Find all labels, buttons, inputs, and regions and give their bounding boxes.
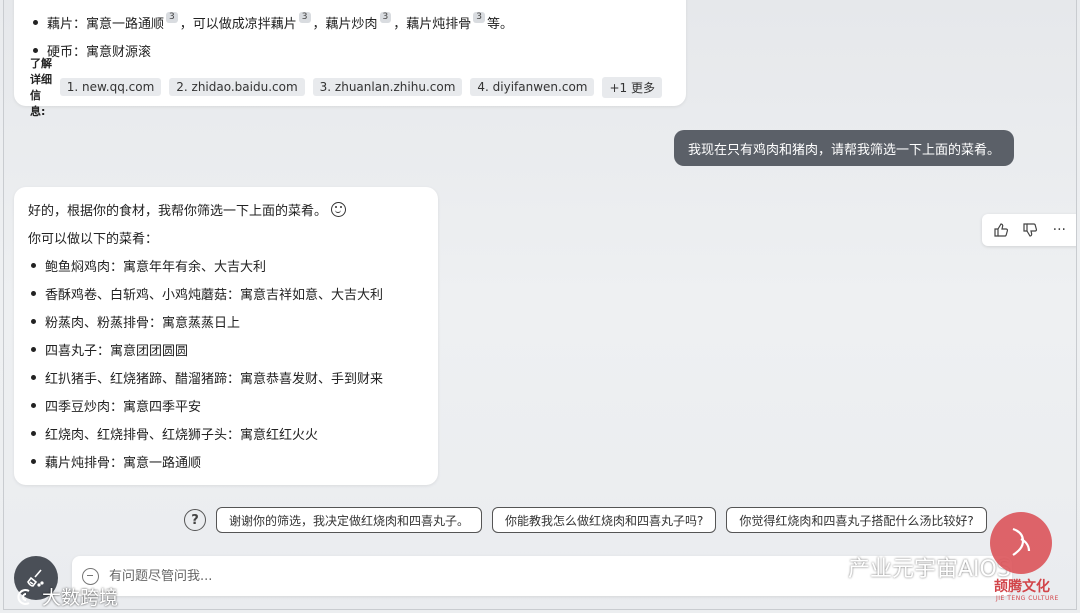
suggestion-row: ? 谢谢你的筛选，我决定做红烧肉和四喜丸子。 你能教我怎么做红烧肉和四喜丸子吗?… (184, 507, 997, 533)
suggestion-chip[interactable]: 你觉得红烧肉和四喜丸子搭配什么汤比较好? (726, 507, 987, 533)
list-item: 藕片炖排骨：寓意一路通顺 (28, 447, 424, 475)
bot-intro-text: 好的，根据你的食材，我帮你筛选一下上面的菜肴。 (28, 203, 328, 219)
item-text: 红扒猪手、红烧猪蹄、醋溜猪蹄：寓意恭喜发财、手到财来 (45, 371, 384, 387)
list-item: 香酥鸡卷、白斩鸡、小鸡炖蘑菇：寓意吉祥如意、大吉大利 (28, 279, 424, 307)
bot-message: 好的，根据你的食材，我帮你筛选一下上面的菜肴。 你可以做以下的菜肴： 鲍鱼焖鸡肉… (14, 187, 438, 485)
item-text: ，藕片炒肉 (312, 16, 378, 32)
references-label: 了解详细信息: (30, 57, 52, 118)
item-text: 四喜丸子：寓意团团圆圆 (45, 343, 189, 359)
watermark-logo-icon (17, 588, 30, 605)
list-item: 粉蒸肉、粉蒸排骨：寓意蒸蒸日上 (28, 307, 424, 335)
bullet-dot (33, 19, 38, 25)
citation-badge[interactable]: 3 (298, 11, 311, 23)
bullet-dot (31, 346, 36, 352)
more-references-button[interactable]: +1 更多 (602, 76, 662, 98)
bullet-dot (31, 318, 36, 324)
seal-logo-icon (990, 512, 1052, 574)
previous-bot-message: 藕片：寓意一路通顺 3 ，可以做成凉拌藕片 3 ，藕片炒肉 3 ，藕片炖排骨 3… (14, 0, 686, 118)
seal-glyph (1012, 527, 1031, 556)
citation-badge[interactable]: 3 (379, 11, 392, 23)
bullet-dot (31, 458, 36, 464)
item-text: 等。 (487, 16, 514, 32)
help-icon[interactable]: ? (184, 509, 206, 531)
thumbs-down-icon[interactable] (1018, 218, 1042, 242)
chat-window: 藕片：寓意一路通顺 3 ，可以做成凉拌藕片 3 ，藕片炒肉 3 ，藕片炖排骨 3… (3, 0, 1077, 610)
item-text: 香酥鸡卷、白斩鸡、小鸡炖蘑菇：寓意吉祥如意、大吉大利 (45, 287, 384, 303)
bullet-dot (31, 374, 36, 380)
item-text: ，藕片炖排骨 (393, 16, 472, 32)
smile-emoji-icon (331, 201, 347, 217)
watermark-right: 产业元宇宙AIOS (812, 551, 1011, 583)
seal-subtext: JIE TENG CULTURE (996, 595, 1059, 602)
list-item: 四季豆炒肉：寓意四季平安 (28, 391, 424, 419)
reference-link[interactable]: 1. new.qq.com (59, 78, 162, 96)
item-text: 藕片炖排骨：寓意一路通顺 (45, 455, 202, 471)
bot-subtitle: 你可以做以下的菜肴： (28, 231, 159, 247)
item-text: 藕片：寓意一路通顺 (47, 16, 165, 32)
citation-badge[interactable]: 3 (166, 11, 178, 23)
bullet-dot (33, 47, 38, 53)
item-text: ，可以做成凉拌藕片 (179, 16, 297, 32)
suggestion-chip[interactable]: 你能教我怎么做红烧肉和四喜丸子吗? (492, 507, 717, 533)
chat-bubble-icon (82, 567, 99, 585)
references-row: 了解详细信息: 1. new.qq.com 2. zhidao.baidu.co… (30, 57, 670, 118)
item-text: 硬币：寓意财源滚 (47, 44, 152, 60)
list-item: 鲍鱼焖鸡肉：寓意年年有余、大吉大利 (28, 251, 424, 279)
item-text: 红烧肉、红烧排骨、红烧狮子头：寓意红红火火 (45, 427, 319, 443)
bullet-dot (31, 402, 36, 408)
item-text: 粉蒸肉、粉蒸排骨：寓意蒸蒸日上 (45, 315, 241, 331)
user-message-text: 我现在只有鸡肉和猪肉，请帮我筛选一下上面的菜肴。 (687, 142, 1000, 158)
user-message-bubble: 我现在只有鸡肉和猪肉，请帮我筛选一下上面的菜肴。 (673, 130, 1014, 166)
item-text: 四季豆炒肉：寓意四季平安 (45, 399, 202, 415)
wechat-icon (813, 556, 839, 577)
more-options-icon[interactable]: ··· (1047, 218, 1071, 242)
citation-badge[interactable]: 3 (473, 11, 485, 23)
item-text: 鲍鱼焖鸡肉：寓意年年有余、大吉大利 (45, 259, 267, 275)
reference-link[interactable]: 2. zhidao.baidu.com (169, 78, 305, 96)
list-item: 硬币：寓意财源滚 (30, 36, 670, 64)
thumbs-up-icon[interactable] (989, 218, 1013, 242)
reference-link[interactable]: 4. diyifanwen.com (470, 78, 595, 96)
bot-intro: 好的，根据你的食材，我帮你筛选一下上面的菜肴。 (28, 195, 424, 223)
list-item: 红烧肉、红烧排骨、红烧狮子头：寓意红红火火 (28, 419, 424, 447)
watermark-right-text: 产业元宇宙AIOS (848, 557, 1011, 582)
list-item: 藕片：寓意一路通顺 3 ，可以做成凉拌藕片 3 ，藕片炒肉 3 ，藕片炖排骨 3… (30, 8, 670, 36)
feedback-toolbar: ··· (982, 214, 1076, 246)
watermark-left: 大数跨境 (14, 583, 118, 610)
bullet-dot (31, 262, 36, 268)
bullet-dot (31, 290, 36, 296)
list-item: 红扒猪手、红烧猪蹄、醋溜猪蹄：寓意恭喜发财、手到财来 (28, 363, 424, 391)
bullet-dot (31, 430, 36, 436)
list-item: 四喜丸子：寓意团团圆圆 (28, 335, 424, 363)
seal-text: 颉腾文化 (994, 579, 1050, 595)
chat-input[interactable] (109, 568, 809, 584)
reference-link[interactable]: 3. zhuanlan.zhihu.com (312, 78, 463, 96)
watermark-left-text: 大数跨境 (42, 587, 119, 609)
suggestion-chip[interactable]: 谢谢你的筛选，我决定做红烧肉和四喜丸子。 (216, 507, 483, 533)
